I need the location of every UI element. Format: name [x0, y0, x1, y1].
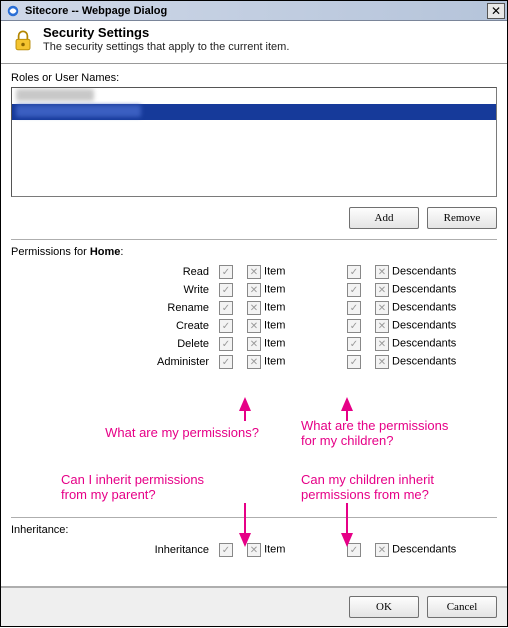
titlebar: Sitecore -- Webpage Dialog ✕ — [1, 1, 507, 21]
inheritance-section-label: Inheritance: — [11, 524, 497, 536]
header-title: Security Settings — [43, 25, 289, 40]
ok-button[interactable]: OK — [349, 596, 419, 618]
annotation-children-permissions: What are the permissionsfor my children? — [301, 419, 501, 449]
perm-item-deny[interactable]: ✕ — [247, 355, 261, 369]
perm-row-label: Rename — [19, 302, 219, 314]
window-close-button[interactable]: ✕ — [487, 3, 505, 19]
perm-desc-deny[interactable]: ✕ — [375, 355, 389, 369]
perm-item-allow[interactable]: ✓ — [219, 319, 233, 333]
perm-desc-allow[interactable]: ✓ — [347, 265, 361, 279]
perm-item-col: ✕ Item — [259, 301, 313, 315]
inheritance-grid: Inheritance ✓ ✕ Item ✓ ✕ Descendants — [11, 539, 497, 557]
perm-item-allow[interactable]: ✓ — [219, 355, 233, 369]
roles-list-item[interactable]: ████████████████ — [12, 104, 496, 120]
add-button[interactable]: Add — [349, 207, 419, 229]
perm-item-allow[interactable]: ✓ — [219, 265, 233, 279]
inherit-desc-allow[interactable]: ✓ — [347, 543, 361, 557]
perm-desc-allow[interactable]: ✓ — [347, 283, 361, 297]
perm-desc-allow[interactable]: ✓ — [347, 301, 361, 315]
perm-desc-col: ✕ Descendants — [387, 319, 489, 333]
perm-item-col: ✕ Item — [259, 265, 313, 279]
perm-desc-allow[interactable]: ✓ — [347, 337, 361, 351]
perm-desc-col: ✕ Descendants — [387, 283, 489, 297]
perm-desc-allow[interactable]: ✓ — [347, 355, 361, 369]
dialog-footer: OK Cancel — [1, 586, 507, 626]
perm-item-deny[interactable]: ✕ — [247, 337, 261, 351]
dialog-header: Security Settings The security settings … — [1, 21, 507, 64]
inherit-item-deny[interactable]: ✕ — [247, 543, 261, 557]
inherit-item-col: ✕ Item — [259, 543, 313, 557]
roles-list-item[interactable]: ██████████ — [12, 88, 496, 104]
perm-item-allow[interactable]: ✓ — [219, 337, 233, 351]
perm-item-col: ✕ Item — [259, 337, 313, 351]
header-subtitle: The security settings that apply to the … — [43, 41, 289, 53]
perm-desc-allow[interactable]: ✓ — [347, 319, 361, 333]
inherit-desc-col: ✕ Descendants — [387, 543, 489, 557]
perm-desc-deny[interactable]: ✕ — [375, 319, 389, 333]
roles-listbox[interactable]: ██████████████████████████ — [11, 87, 497, 197]
perm-row-label: Create — [19, 320, 219, 332]
inheritance-row-label: Inheritance — [19, 544, 219, 556]
perm-item-col: ✕ Item — [259, 283, 313, 297]
perm-desc-deny[interactable]: ✕ — [375, 283, 389, 297]
annotation-inherit-children: Can my children inheritpermissions from … — [301, 473, 501, 503]
cancel-button[interactable]: Cancel — [427, 596, 497, 618]
perm-row-label: Administer — [19, 356, 219, 368]
perm-desc-deny[interactable]: ✕ — [375, 301, 389, 315]
perm-desc-col: ✕ Descendants — [387, 265, 489, 279]
permissions-grid: Read✓✕ Item✓✕ DescendantsWrite✓✕ Item✓✕ … — [11, 261, 497, 369]
inherit-item-allow[interactable]: ✓ — [219, 543, 233, 557]
perm-row-label: Write — [19, 284, 219, 296]
perm-desc-col: ✕ Descendants — [387, 355, 489, 369]
perm-item-col: ✕ Item — [259, 319, 313, 333]
inherit-desc-deny[interactable]: ✕ — [375, 543, 389, 557]
perm-row-label: Read — [19, 266, 219, 278]
permissions-label: Permissions for Home: — [11, 246, 497, 258]
perm-desc-deny[interactable]: ✕ — [375, 265, 389, 279]
annotation-my-permissions: What are my permissions? — [69, 426, 259, 441]
perm-row-label: Delete — [19, 338, 219, 350]
app-icon — [5, 3, 21, 19]
perm-item-deny[interactable]: ✕ — [247, 319, 261, 333]
perm-item-col: ✕ Item — [259, 355, 313, 369]
perm-item-allow[interactable]: ✓ — [219, 301, 233, 315]
window-title: Sitecore -- Webpage Dialog — [25, 5, 167, 17]
annotation-inherit-parent: Can I inherit permissionsfrom my parent? — [61, 473, 251, 503]
perm-item-deny[interactable]: ✕ — [247, 301, 261, 315]
perm-desc-col: ✕ Descendants — [387, 337, 489, 351]
remove-button[interactable]: Remove — [427, 207, 497, 229]
roles-label: Roles or User Names: — [11, 72, 497, 84]
perm-desc-col: ✕ Descendants — [387, 301, 489, 315]
perm-item-deny[interactable]: ✕ — [247, 265, 261, 279]
perm-item-allow[interactable]: ✓ — [219, 283, 233, 297]
lock-icon — [9, 27, 37, 55]
perm-desc-deny[interactable]: ✕ — [375, 337, 389, 351]
perm-item-deny[interactable]: ✕ — [247, 283, 261, 297]
